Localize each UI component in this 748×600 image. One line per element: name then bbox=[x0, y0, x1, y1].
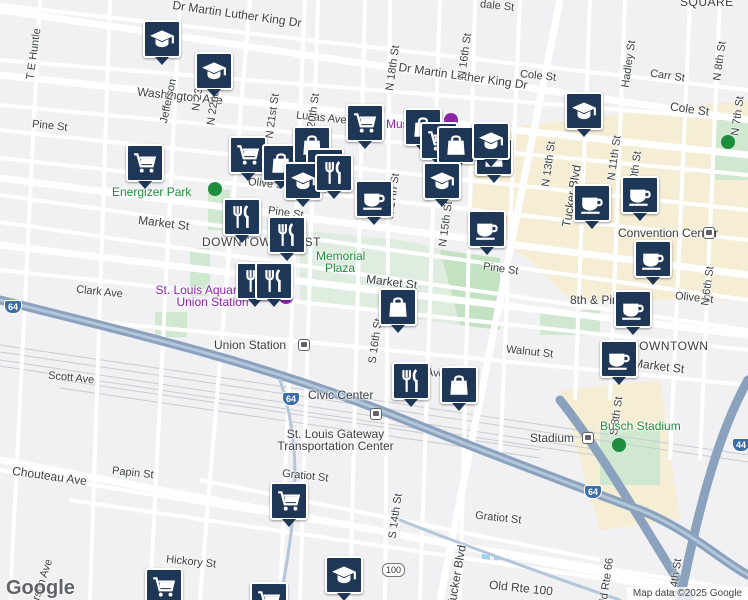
restaurant-icon bbox=[229, 204, 255, 230]
school-pin[interactable] bbox=[472, 122, 510, 167]
poi-label-gateway-transportation[interactable]: St. Louis Gateway Transportation Center bbox=[268, 428, 403, 452]
restaurant-pin[interactable] bbox=[268, 216, 306, 261]
coffee-cup-pin[interactable] bbox=[614, 290, 652, 335]
restaurant-pin[interactable] bbox=[223, 198, 261, 243]
coffee-cup-icon bbox=[361, 186, 387, 212]
restaurant-icon bbox=[321, 160, 347, 186]
grocery-cart-icon bbox=[132, 150, 158, 176]
poi-label-memorial-plaza[interactable]: Memorial Plaza bbox=[316, 250, 365, 274]
poi-label-civic-center[interactable]: Civic Center bbox=[308, 389, 373, 401]
grocery-cart-icon bbox=[276, 488, 302, 514]
coffee-cup-pin[interactable] bbox=[600, 340, 638, 385]
coffee-cup-pin[interactable] bbox=[573, 184, 611, 229]
attraction-icon[interactable] bbox=[721, 135, 735, 149]
restaurant-icon bbox=[274, 222, 300, 248]
metro-station-icon[interactable] bbox=[370, 408, 382, 420]
school-icon bbox=[331, 562, 357, 588]
convention-center-station-icon[interactable] bbox=[703, 227, 715, 239]
stadium-station-icon[interactable] bbox=[582, 432, 594, 444]
shopping-bag-icon bbox=[385, 294, 411, 320]
shopping-bag-pin[interactable] bbox=[440, 366, 478, 411]
map-canvas[interactable]: Dr Martin Luther King Dr Dr Martin Luthe… bbox=[0, 0, 748, 600]
stadium-icon[interactable] bbox=[612, 438, 626, 452]
grocery-cart-pin[interactable] bbox=[270, 482, 308, 527]
school-icon bbox=[478, 128, 504, 154]
map-attribution[interactable]: Map data ©2025 Google bbox=[626, 587, 748, 600]
restaurant-icon bbox=[398, 368, 424, 394]
coffee-cup-icon bbox=[627, 182, 653, 208]
district-label-square: SQUARE bbox=[680, 0, 734, 9]
shopping-bag-icon bbox=[443, 132, 469, 158]
school-pin[interactable] bbox=[565, 92, 603, 137]
highway-shield-i64-west: 64 bbox=[4, 300, 23, 314]
coffee-cup-pin[interactable] bbox=[468, 210, 506, 255]
park-icon[interactable] bbox=[208, 182, 222, 196]
coffee-cup-pin[interactable] bbox=[634, 240, 672, 285]
shopping-bag-pin[interactable] bbox=[437, 126, 475, 171]
grocery-cart-pin[interactable] bbox=[145, 568, 183, 600]
coffee-cup-icon bbox=[606, 346, 632, 372]
school-pin[interactable] bbox=[423, 162, 461, 207]
train-station-icon[interactable] bbox=[298, 339, 310, 351]
coffee-cup-pin[interactable] bbox=[621, 176, 659, 221]
highway-shield-i64-mid: 64 bbox=[282, 392, 301, 406]
highway-shield-i44: 44 bbox=[732, 438, 748, 452]
grocery-cart-icon bbox=[256, 588, 282, 600]
poi-label-busch-stadium[interactable]: Busch Stadium bbox=[600, 420, 681, 432]
coffee-cup-icon bbox=[474, 216, 500, 242]
shopping-bag-icon bbox=[446, 372, 472, 398]
school-icon bbox=[201, 58, 227, 84]
coffee-cup-icon bbox=[640, 246, 666, 272]
coffee-cup-pin[interactable] bbox=[355, 180, 393, 225]
restaurant-pin[interactable] bbox=[315, 154, 353, 199]
poi-label-union-station[interactable]: Union Station bbox=[214, 339, 286, 351]
grocery-cart-pin[interactable] bbox=[126, 144, 164, 189]
grocery-cart-icon bbox=[151, 574, 177, 600]
route-shield-100: 100 bbox=[382, 563, 406, 577]
coffee-cup-icon bbox=[579, 190, 605, 216]
school-pin[interactable] bbox=[195, 52, 233, 97]
school-icon bbox=[429, 168, 455, 194]
shopping-bag-pin[interactable] bbox=[379, 288, 417, 333]
school-icon bbox=[290, 168, 316, 194]
school-pin[interactable] bbox=[143, 20, 181, 65]
grocery-cart-icon bbox=[235, 142, 261, 168]
restaurant-icon bbox=[261, 268, 287, 294]
school-pin[interactable] bbox=[325, 556, 363, 600]
grocery-cart-pin[interactable] bbox=[346, 104, 384, 149]
school-icon bbox=[571, 98, 597, 124]
coffee-cup-icon bbox=[620, 296, 646, 322]
highway-shield-i64-south: 64 bbox=[584, 485, 603, 499]
district-label-downtown: DOWNTOWN bbox=[630, 339, 709, 353]
school-icon bbox=[149, 26, 175, 52]
restaurant-pin[interactable] bbox=[255, 262, 293, 307]
grocery-cart-icon bbox=[352, 110, 378, 136]
restaurant-pin[interactable] bbox=[392, 362, 430, 407]
grocery-cart-pin[interactable] bbox=[250, 582, 288, 600]
poi-label-stadium[interactable]: Stadium bbox=[530, 432, 574, 444]
google-logo: Google bbox=[6, 577, 75, 599]
